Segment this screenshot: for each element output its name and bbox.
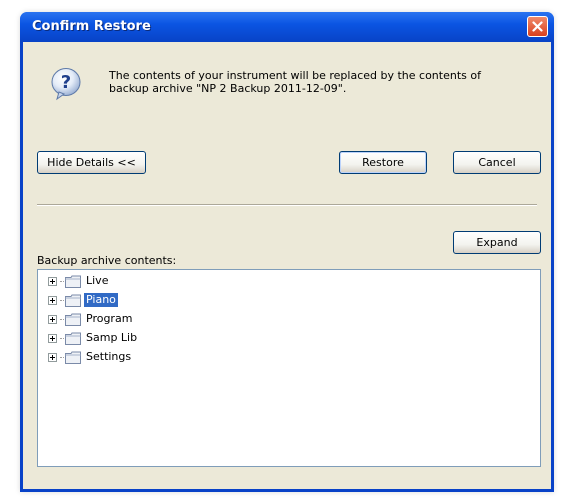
dialog-body: ? The contents of your instrument will b…: [23, 42, 551, 489]
title-bar[interactable]: Confirm Restore: [20, 12, 554, 42]
confirm-message: The contents of your instrument will be …: [109, 69, 529, 95]
tree-item-live[interactable]: Live: [48, 273, 110, 289]
tree-item-program[interactable]: Program: [48, 311, 134, 327]
expand-toggle-icon[interactable]: [48, 276, 57, 286]
close-button[interactable]: [527, 16, 548, 37]
tree-item-label: Samp Lib: [86, 331, 138, 344]
expand-toggle-icon[interactable]: [48, 314, 57, 324]
separator: [37, 204, 537, 206]
folder-icon: [65, 275, 81, 288]
tree-item-settings[interactable]: Settings: [48, 349, 133, 365]
cancel-button[interactable]: Cancel: [453, 151, 541, 174]
expand-toggle-icon[interactable]: [48, 295, 57, 305]
archive-tree[interactable]: Live Piano Program Samp Lib Settings: [37, 269, 541, 467]
folder-icon: [65, 332, 81, 345]
svg-text:?: ?: [61, 72, 71, 93]
restore-button[interactable]: Restore: [339, 151, 427, 174]
window-title: Confirm Restore: [32, 19, 151, 34]
hide-details-button[interactable]: Hide Details <<: [37, 151, 146, 174]
message-line-1: The contents of your instrument will be …: [109, 69, 481, 82]
tree-item-label: Live: [86, 274, 109, 287]
folder-icon: [65, 351, 81, 364]
expand-toggle-icon[interactable]: [48, 333, 57, 343]
expand-button[interactable]: Expand: [453, 231, 541, 254]
tree-item-piano[interactable]: Piano: [48, 292, 118, 308]
message-line-2: backup archive "NP 2 Backup 2011-12-09".: [109, 82, 347, 95]
tree-item-label: Settings: [86, 350, 132, 363]
close-icon: [532, 21, 543, 32]
tree-item-samp-lib[interactable]: Samp Lib: [48, 330, 139, 346]
tree-item-label: Program: [86, 312, 133, 325]
folder-icon: [65, 313, 81, 326]
confirm-restore-dialog: Confirm Restore ? The contents of your i…: [20, 12, 554, 492]
expand-toggle-icon[interactable]: [48, 352, 57, 362]
question-icon: ?: [50, 67, 82, 104]
tree-item-label: Piano: [84, 293, 118, 307]
folder-icon: [65, 294, 81, 307]
archive-contents-label: Backup archive contents:: [37, 254, 177, 267]
